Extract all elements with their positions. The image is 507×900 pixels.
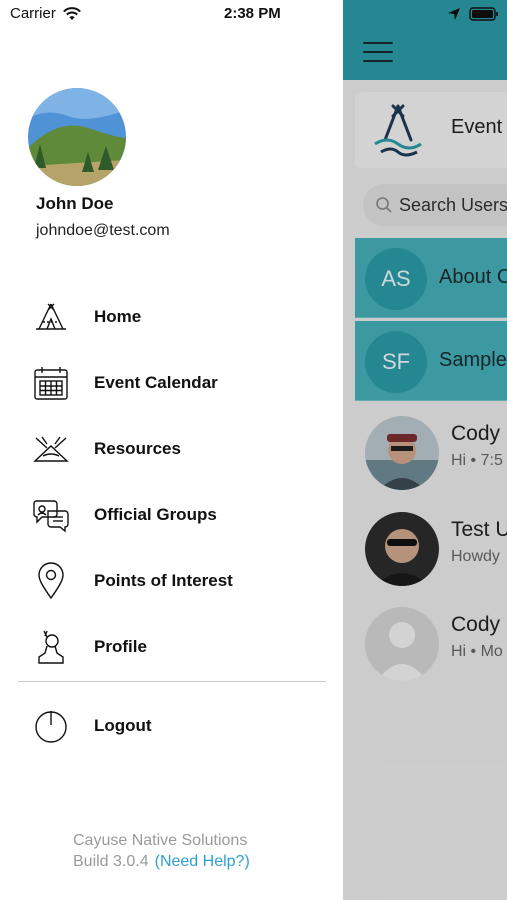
background-app: Event Search Users AS About C SF Sample … bbox=[343, 0, 507, 900]
person-icon bbox=[28, 625, 74, 669]
hamburger-menu-icon[interactable] bbox=[363, 42, 393, 62]
menu-item-profile[interactable]: Profile bbox=[28, 622, 328, 672]
tipi-water-logo-icon bbox=[374, 104, 422, 157]
menu-item-label: Home bbox=[94, 307, 142, 326]
user-email: johndoe@test.com bbox=[36, 222, 170, 239]
conversation-preview: Howdy bbox=[451, 548, 500, 565]
build-version: Build 3.0.4 bbox=[73, 853, 149, 870]
group-name: Sample bbox=[439, 349, 507, 371]
menu-item-label: Profile bbox=[94, 637, 147, 656]
default-avatar-icon bbox=[365, 607, 439, 681]
carrier-label: Carrier bbox=[10, 5, 56, 22]
location-arrow-icon bbox=[448, 8, 460, 20]
menu-item-resources[interactable]: Resources bbox=[28, 424, 328, 474]
menu-item-label: Points of Interest bbox=[94, 571, 233, 590]
user-search-field[interactable]: Search Users bbox=[363, 184, 507, 226]
menu-item-label: Official Groups bbox=[94, 505, 217, 524]
wifi-icon bbox=[63, 7, 81, 20]
user-name: John Doe bbox=[36, 194, 114, 213]
menu-item-label: Resources bbox=[94, 439, 181, 458]
company-name: Cayuse Native Solutions bbox=[73, 832, 248, 849]
map-pin-icon bbox=[28, 559, 74, 603]
build-info: Build 3.0.4 (Need Help?) bbox=[73, 851, 250, 872]
clock-time: 2:38 PM bbox=[224, 5, 281, 22]
group-initials-avatar: SF bbox=[365, 331, 427, 393]
search-icon bbox=[376, 197, 392, 213]
power-icon bbox=[28, 704, 74, 748]
app-top-bar bbox=[343, 0, 507, 80]
conversation-preview: Hi • Mo bbox=[451, 643, 503, 660]
drawer-footer: Cayuse Native Solutions Build 3.0.4 (Need… bbox=[73, 830, 250, 872]
conversation-name: Cody bbox=[451, 613, 501, 636]
conversation-row[interactable]: Cody Hi • Mo bbox=[355, 603, 507, 693]
resources-icon bbox=[28, 427, 74, 471]
status-bar: Carrier 2:38 PM bbox=[0, 5, 343, 25]
group-row[interactable]: AS About C bbox=[355, 238, 507, 318]
search-placeholder: Search Users bbox=[399, 195, 507, 215]
menu-item-home[interactable]: Home bbox=[28, 292, 328, 342]
need-help-link[interactable]: (Need Help?) bbox=[155, 853, 250, 870]
menu-item-logout[interactable]: Logout bbox=[28, 701, 328, 751]
calendar-icon bbox=[28, 361, 74, 405]
group-name: About C bbox=[439, 266, 507, 288]
menu-item-label: Logout bbox=[94, 716, 152, 735]
conversation-row[interactable]: Test U Howdy bbox=[355, 508, 507, 598]
battery-icon bbox=[469, 7, 498, 21]
event-header-card[interactable]: Event bbox=[355, 92, 507, 168]
menu-item-event-calendar[interactable]: Event Calendar bbox=[28, 358, 328, 408]
event-header-title: Event bbox=[451, 116, 503, 138]
menu-item-label: Event Calendar bbox=[94, 373, 218, 392]
chat-bubbles-icon bbox=[28, 493, 74, 537]
conversation-preview: Hi • 7:5 bbox=[451, 452, 503, 469]
conversation-row[interactable]: Cody Hi • 7:5 bbox=[355, 412, 507, 502]
menu-item-points-of-interest[interactable]: Points of Interest bbox=[28, 556, 328, 606]
navigation-drawer: Carrier 2:38 PM John Doe johndoe@test.co… bbox=[0, 0, 343, 900]
conversation-name: Cody bbox=[451, 422, 501, 445]
conversation-name: Test U bbox=[451, 518, 507, 541]
menu-item-official-groups[interactable]: Official Groups bbox=[28, 490, 328, 540]
tent-icon bbox=[28, 295, 74, 339]
avatar bbox=[365, 416, 439, 490]
group-row[interactable]: SF Sample bbox=[355, 321, 507, 401]
group-initials-avatar: AS bbox=[365, 248, 427, 310]
avatar bbox=[365, 512, 439, 586]
status-icons-right bbox=[447, 7, 499, 21]
profile-avatar[interactable] bbox=[28, 88, 126, 186]
menu-divider bbox=[18, 681, 326, 682]
